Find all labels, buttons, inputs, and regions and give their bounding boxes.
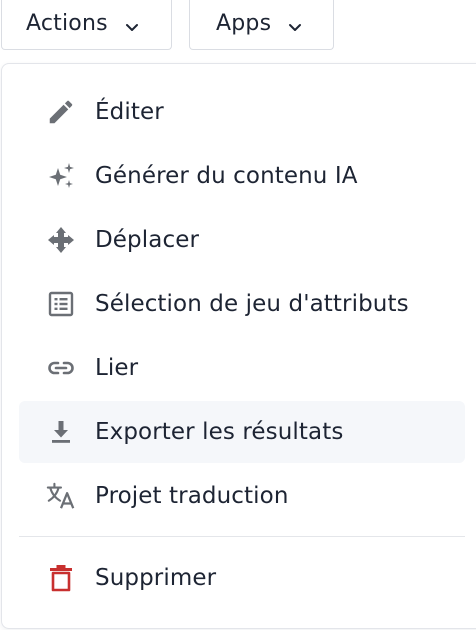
- menu-item-label: Exporter les résultats: [95, 419, 344, 445]
- move-arrows-icon: [45, 224, 77, 256]
- menu-item-label: Éditer: [95, 99, 164, 125]
- apps-dropdown-button[interactable]: Apps: [189, 0, 334, 50]
- toolbar: Actions Apps: [0, 0, 476, 52]
- actions-dropdown-menu: Éditer Générer du contenu IA Déplacer Sé…: [1, 63, 476, 629]
- menu-item-translation-project[interactable]: Projet traduction: [19, 465, 465, 527]
- menu-item-edit[interactable]: Éditer: [19, 81, 465, 143]
- menu-item-label: Projet traduction: [95, 483, 289, 509]
- menu-item-move[interactable]: Déplacer: [19, 209, 465, 271]
- sparkles-icon: [45, 160, 77, 192]
- download-icon: [45, 416, 77, 448]
- chevron-down-icon: [287, 16, 303, 32]
- list-box-icon: [45, 288, 77, 320]
- menu-item-label: Générer du contenu IA: [95, 163, 358, 189]
- menu-item-label: Supprimer: [95, 565, 217, 591]
- menu-divider: [19, 536, 465, 537]
- menu-item-export-results[interactable]: Exporter les résultats: [19, 401, 465, 463]
- menu-item-attribute-set[interactable]: Sélection de jeu d'attributs: [19, 273, 465, 335]
- link-icon: [45, 352, 77, 384]
- menu-item-generate-ai[interactable]: Générer du contenu IA: [19, 145, 465, 207]
- menu-item-label: Déplacer: [95, 227, 199, 253]
- menu-item-label: Sélection de jeu d'attributs: [95, 291, 409, 317]
- translate-icon: [45, 480, 77, 512]
- actions-dropdown-button[interactable]: Actions: [1, 0, 172, 50]
- menu-item-link[interactable]: Lier: [19, 337, 465, 399]
- apps-button-label: Apps: [216, 11, 272, 36]
- chevron-down-icon: [124, 16, 140, 32]
- menu-item-label: Lier: [95, 355, 139, 381]
- actions-button-label: Actions: [26, 11, 108, 36]
- menu-item-delete[interactable]: Supprimer: [19, 547, 465, 609]
- pencil-icon: [45, 96, 77, 128]
- trash-icon: [45, 562, 77, 594]
